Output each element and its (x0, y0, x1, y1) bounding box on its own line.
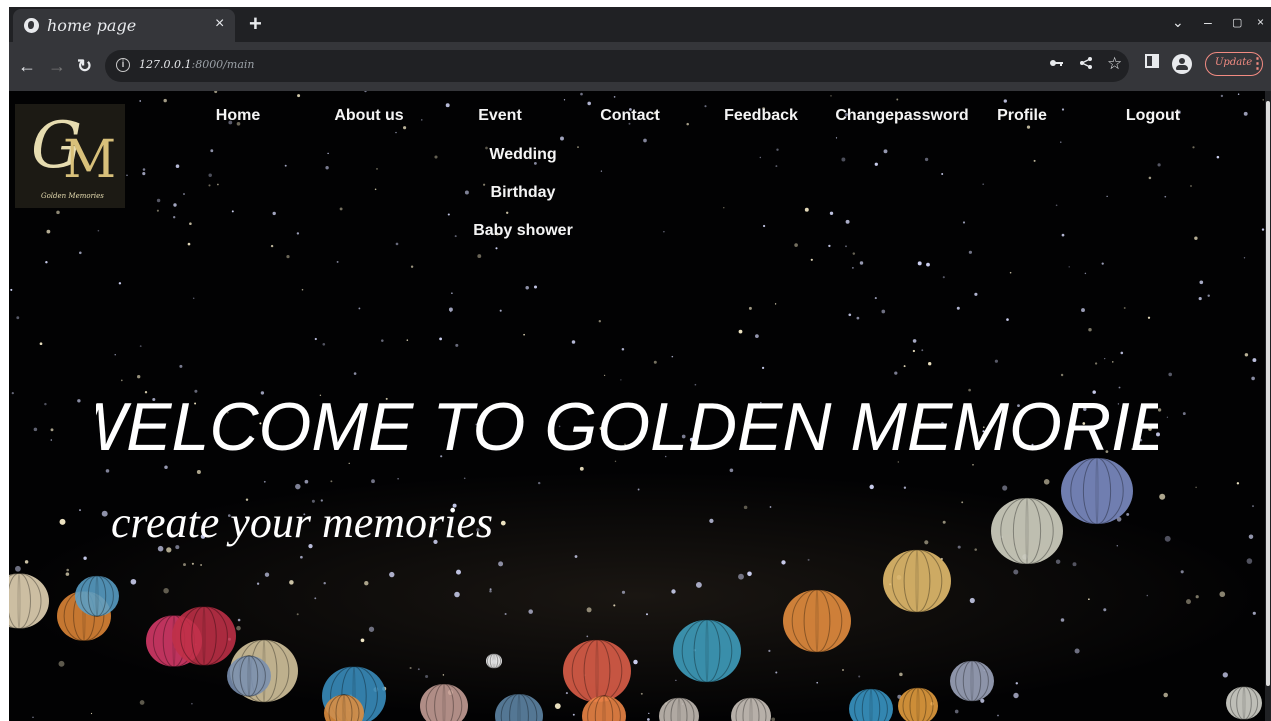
share-icon[interactable] (1079, 56, 1093, 74)
tab-strip: home page × + ⌄ – ▢ × (9, 7, 1271, 42)
lantern-decoration (783, 589, 851, 653)
dropdown-item-birthday[interactable]: Birthday (491, 184, 556, 202)
nav-logout[interactable]: Logout (1126, 107, 1180, 125)
web-page: G M Golden Memories Home About us Event … (9, 91, 1265, 721)
browser-tab[interactable]: home page × (13, 9, 235, 42)
browser-toolbar: ← → ↻ i 127.0.0.1:8000/main ☆ Update ⋮ (9, 42, 1271, 91)
lantern-decoration (950, 660, 994, 702)
nav-feedback[interactable]: Feedback (724, 107, 798, 125)
lantern-decoration (1061, 457, 1133, 525)
page-scrollbar[interactable] (1265, 91, 1271, 721)
lantern-decoration (486, 653, 502, 669)
window-close-icon[interactable]: × (1257, 15, 1264, 29)
globe-icon (24, 18, 39, 33)
browser-window: home page × + ⌄ – ▢ × ← → ↻ i 127.0.0.1:… (9, 7, 1271, 721)
tab-title: home page (47, 16, 137, 35)
logo-monogram-m: M (63, 130, 117, 190)
hero-title: WELCOME TO GOLDEN MEMORIES (96, 387, 1158, 467)
url-text[interactable]: 127.0.0.1:8000/main (139, 58, 254, 71)
lantern-decoration (673, 619, 741, 683)
reload-icon[interactable]: ↻ (77, 56, 92, 77)
site-logo[interactable]: G M Golden Memories (15, 104, 125, 208)
lantern-decoration (227, 655, 271, 697)
lantern-decoration (1226, 685, 1262, 721)
lantern-decoration (563, 639, 631, 703)
nav-event[interactable]: Event (478, 107, 522, 125)
info-icon[interactable]: i (116, 58, 130, 72)
url-path: :8000/main (191, 58, 255, 71)
nav-contact[interactable]: Contact (600, 107, 660, 125)
dropdown-item-baby-shower[interactable]: Baby shower (473, 222, 573, 240)
profile-icon[interactable] (1172, 54, 1192, 74)
nav-changepassword[interactable]: Changepassword (835, 107, 968, 125)
update-button[interactable]: Update ⋮ (1205, 52, 1265, 76)
hero-subtitle: create your memories (111, 498, 494, 547)
hero-title-text: WELCOME TO GOLDEN MEMORIES (96, 389, 1158, 465)
dropdown-item-wedding[interactable]: Wedding (489, 146, 556, 164)
nav-profile[interactable]: Profile (997, 107, 1047, 125)
plus-icon[interactable]: + (249, 11, 262, 37)
scrollbar-thumb[interactable] (1266, 101, 1270, 686)
maximize-icon[interactable]: ▢ (1232, 16, 1242, 29)
nav-about-us[interactable]: About us (334, 107, 403, 125)
update-label: Update (1215, 57, 1253, 68)
star-icon[interactable]: ☆ (1107, 54, 1122, 74)
lantern-decoration (991, 497, 1063, 565)
chevron-down-icon[interactable]: ⌄ (1172, 14, 1184, 31)
lantern-decoration (883, 549, 951, 613)
lantern-decoration (75, 575, 119, 617)
logo-text: Golden Memories (41, 192, 104, 200)
forward-arrow-icon[interactable]: → (48, 56, 66, 77)
kebab-menu-icon[interactable]: ⋮ (1250, 54, 1265, 72)
nav-home[interactable]: Home (216, 107, 260, 125)
minimize-icon[interactable]: – (1204, 14, 1212, 30)
url-host: 127.0.0.1 (139, 58, 192, 71)
key-icon[interactable] (1049, 56, 1063, 74)
back-arrow-icon[interactable]: ← (18, 56, 36, 77)
side-panel-icon[interactable] (1145, 53, 1159, 73)
lantern-decoration (172, 606, 236, 666)
address-bar[interactable]: i 127.0.0.1:8000/main ☆ (105, 50, 1129, 82)
close-icon[interactable]: × (215, 15, 224, 33)
